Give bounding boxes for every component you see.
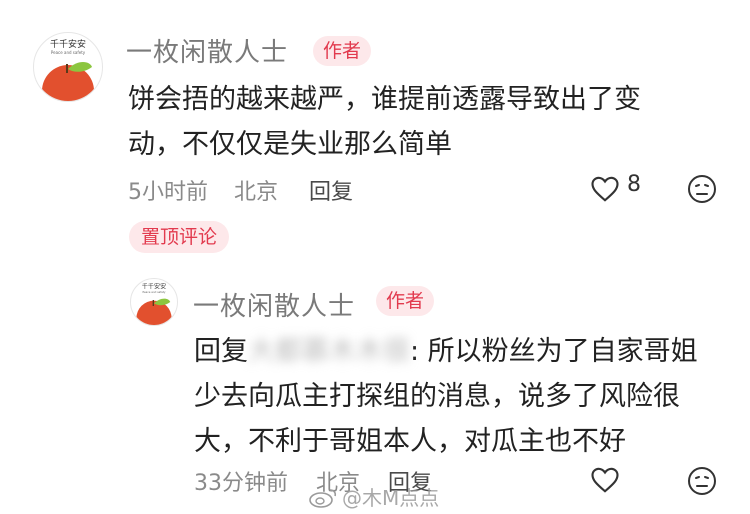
reply-like-button[interactable] [589, 465, 621, 497]
like-button[interactable]: 8 [589, 172, 659, 206]
reply-text-line: 大，不利于哥姐本人，对瓜主也不好 [194, 426, 626, 457]
comment-text-line: 动，不仅仅是失业那么简单 [128, 129, 452, 160]
dislike-button[interactable] [686, 173, 718, 205]
reply-text: 回复大都慕木木很: 所以粉丝为了自家哥姐 少去向瓜主打探组的消息，说多了风险很 … [194, 329, 734, 464]
comment-text-line: 饼会捂的越来越严，谁提前透露导致出了变 [128, 84, 641, 115]
weibo-logo-icon [309, 489, 337, 508]
reply-author-badge: 作者 [376, 286, 435, 316]
heart-icon [591, 176, 619, 202]
reply-time: 33分钟前 [194, 471, 288, 496]
reply-dislike-button[interactable] [686, 465, 718, 497]
reply-avatar[interactable]: 千千安安 Peace and safety [130, 278, 178, 326]
avatar-title-text: 千千安安 [142, 282, 166, 290]
comment-time: 5小时前 [128, 180, 208, 205]
username[interactable]: 一枚闲散人士 [126, 32, 288, 69]
avatar-title-text: 千千安安 [50, 38, 86, 50]
pinned-badge: 置顶评论 [129, 221, 230, 253]
reply-button[interactable]: 回复 [309, 174, 353, 206]
neutral-face-icon [688, 467, 716, 495]
watermark-text: @木M点点 [342, 486, 440, 510]
author-badge: 作者 [313, 36, 372, 66]
comment-text: 饼会捂的越来越严，谁提前透露导致出了变 动，不仅仅是失业那么简单 [128, 77, 728, 167]
replied-username-obscured[interactable]: 大都慕木木很 [248, 336, 410, 367]
neutral-face-icon [688, 175, 716, 203]
comment-location: 北京 [234, 180, 279, 205]
avatar-apple-icon: 千千安安 Peace and safety [42, 38, 94, 101]
reply-prefix: 回复 [194, 336, 248, 367]
avatar-subtitle-text: Peace and safety [142, 290, 165, 294]
reply-text-line: 少去向瓜主打探组的消息，说多了风险很 [194, 381, 680, 412]
reply-text-segment: : 所以粉丝为了自家哥姐 [410, 336, 698, 367]
avatar-apple-icon: 千千安安 Peace and safety [136, 282, 172, 325]
like-count: 8 [627, 172, 641, 197]
reply-username[interactable]: 一枚闲散人士 [193, 286, 355, 323]
avatar-subtitle-text: Peace and safety [51, 50, 86, 55]
heart-icon [591, 467, 619, 493]
reply-text-line: 回复大都慕木木很: 所以粉丝为了自家哥姐 [194, 329, 734, 374]
avatar[interactable]: 千千安安 Peace and safety [33, 32, 103, 102]
